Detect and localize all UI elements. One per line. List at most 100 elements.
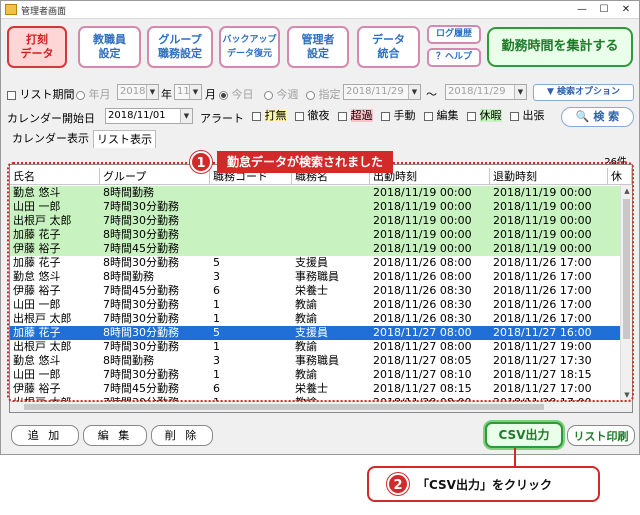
table-cell: 2018/11/27 17:00 bbox=[493, 382, 592, 395]
table-row[interactable]: 加藤 花子 8時間30分勤務 5 支援員 2018/11/27 08:00 2018/11… bbox=[10, 326, 620, 340]
table-row[interactable]: 山田 一郎 7時間30分勤務 2018/11/19 00:00 2018/11/19 … bbox=[10, 200, 620, 214]
table-cell bbox=[210, 214, 292, 228]
alert-all-night-checkbox[interactable]: 徹夜 bbox=[293, 109, 332, 123]
header-break[interactable]: 休 bbox=[608, 168, 632, 185]
table-cell bbox=[292, 200, 370, 214]
table-row[interactable]: 出根戸 太郎 7時間30分勤務 2018/11/19 00:00 2018/11/19… bbox=[10, 214, 620, 228]
login-history-button[interactable]: ログ履歴 bbox=[427, 25, 481, 44]
csv-export-button[interactable]: CSV出力 bbox=[485, 422, 563, 448]
close-icon[interactable]: ✕ bbox=[615, 2, 637, 17]
table-row[interactable]: 伊藤 裕子 7時間45分勤務 6 栄養士 2018/11/26 08:30 2018/11… bbox=[10, 284, 620, 298]
edit-button[interactable]: 編 集 bbox=[83, 425, 147, 446]
attendance-data-button[interactable]: 打刻 データ bbox=[7, 26, 67, 68]
backup-restore-button[interactable]: バックアップ データ復元 bbox=[219, 26, 280, 68]
admin-window: 管理者画面 — ☐ ✕ 打刻 データ 教職員 設定 グループ 職務設定 バックア… bbox=[0, 0, 640, 455]
table-cell: 栄養士 bbox=[295, 284, 328, 297]
search-button[interactable]: 🔍 検 索 bbox=[561, 107, 634, 127]
maximize-icon[interactable]: ☐ bbox=[593, 2, 615, 17]
staff-settings-button[interactable]: 教職員 設定 bbox=[78, 26, 141, 68]
today-radio[interactable]: 今日 bbox=[219, 86, 254, 102]
table-cell: 1 bbox=[213, 368, 220, 381]
table-cell: 事務職員 bbox=[295, 354, 339, 367]
table-cell: 8時間勤務 bbox=[103, 186, 154, 199]
table-cell: 2018/11/27 08:00 bbox=[373, 340, 472, 353]
callout-step-1: 1 勤怠データが検索されました bbox=[190, 150, 394, 174]
aggregate-work-hours-button[interactable]: 勤務時間を集計する bbox=[487, 27, 633, 67]
callout-step-1-text: 勤怠データが検索されました bbox=[217, 151, 394, 173]
data-merge-button[interactable]: データ 統合 bbox=[357, 26, 420, 68]
table-cell: 2018/11/19 00:00 bbox=[373, 242, 472, 255]
year-unit-label: 年 bbox=[161, 88, 172, 101]
search-option-button[interactable]: ▼ 検索オプション bbox=[533, 84, 634, 101]
table-row[interactable]: 山田 一郎 7時間30分勤務 1 教諭 2018/11/26 08:30 2018/11/… bbox=[10, 298, 620, 312]
table-cell: 山田 一郎 bbox=[13, 368, 61, 381]
tab-list[interactable]: リスト表示 bbox=[93, 130, 156, 148]
alert-edit-checkbox[interactable]: 編集 bbox=[422, 109, 461, 123]
table-cell bbox=[210, 186, 292, 200]
search-icon: 🔍 bbox=[575, 110, 590, 123]
horizontal-scrollbar[interactable] bbox=[10, 401, 632, 412]
date-to-picker[interactable]: 2018/11/29 ▼ bbox=[445, 84, 527, 100]
header-name[interactable]: 氏名 bbox=[10, 168, 100, 185]
list-period-checkbox[interactable]: リスト期間 bbox=[7, 86, 75, 102]
table-cell: 勤怠 悠斗 bbox=[13, 354, 61, 367]
table-row[interactable]: 伊藤 裕子 7時間45分勤務 6 栄養士 2018/11/27 08:15 2018/11… bbox=[10, 382, 620, 396]
attendance-list-grid[interactable]: 氏名 グループ 職務コード 職務名 出勤時刻 退勤時刻 休 勤怠 悠斗 8時間勤務… bbox=[9, 164, 633, 413]
table-cell: 2018/11/27 08:15 bbox=[373, 382, 472, 395]
table-row[interactable]: 加藤 花子 8時間30分勤務 2018/11/19 00:00 2018/11/19 … bbox=[10, 228, 620, 242]
alert-overtime-checkbox[interactable]: 超過 bbox=[336, 109, 375, 123]
this-week-radio[interactable]: 今週 bbox=[264, 86, 299, 102]
calendar-start-picker[interactable]: 2018/11/01 ▼ bbox=[105, 108, 193, 124]
table-cell: 教諭 bbox=[295, 368, 317, 381]
table-cell bbox=[210, 242, 292, 256]
table-row[interactable]: 出根戸 太郎 7時間30分勤務 1 教諭 2018/11/26 08:30 2018/11… bbox=[10, 312, 620, 326]
hscroll-thumb[interactable] bbox=[24, 404, 544, 410]
year-month-radio[interactable]: 年月 bbox=[76, 86, 111, 102]
alert-business-trip-checkbox[interactable]: 出張 bbox=[508, 109, 547, 123]
alert-no-punch-checkbox[interactable]: 打無 bbox=[250, 109, 289, 123]
alert-leave-checkbox[interactable]: 休暇 bbox=[465, 109, 504, 123]
add-button[interactable]: 追 加 bbox=[11, 425, 79, 446]
vertical-scrollbar[interactable]: ▲ ▼ bbox=[620, 185, 632, 401]
year-select[interactable]: 2018 ▼ bbox=[117, 84, 159, 100]
table-cell: 3 bbox=[213, 270, 220, 283]
scroll-up-icon[interactable]: ▲ bbox=[621, 185, 632, 197]
minimize-icon[interactable]: — bbox=[571, 2, 593, 17]
table-row[interactable]: 勤怠 悠斗 8時間勤務 3 事務職員 2018/11/27 08:05 2018/11/2… bbox=[10, 354, 620, 368]
date-from-picker[interactable]: 2018/11/29 ▼ bbox=[343, 84, 421, 100]
table-cell: 山田 一郎 bbox=[13, 298, 61, 311]
table-cell: 2018/11/26 08:00 bbox=[373, 270, 472, 283]
table-row[interactable]: 出根戸 太郎 7時間30分勤務 1 教諭 2018/11/27 08:00 2018/11… bbox=[10, 340, 620, 354]
specified-radio[interactable]: 指定 bbox=[306, 86, 341, 102]
table-row[interactable]: 山田 一郎 7時間30分勤務 1 教諭 2018/11/27 08:10 2018/11/… bbox=[10, 368, 620, 382]
help-button[interactable]: ？ヘルプ bbox=[427, 48, 481, 67]
alert-manual-checkbox[interactable]: 手動 bbox=[379, 109, 418, 123]
table-row[interactable]: 勤怠 悠斗 8時間勤務 2018/11/19 00:00 2018/11/19 00:… bbox=[10, 186, 620, 200]
table-row[interactable]: 勤怠 悠斗 8時間勤務 3 事務職員 2018/11/26 08:00 2018/11/2… bbox=[10, 270, 620, 284]
window-title: 管理者画面 bbox=[21, 7, 67, 17]
table-cell: 8時間勤務 bbox=[103, 270, 154, 283]
table-cell: 2018/11/26 17:00 bbox=[493, 312, 592, 325]
table-cell: 事務職員 bbox=[295, 270, 339, 283]
table-cell: 8時間勤務 bbox=[103, 354, 154, 367]
table-cell: 8時間30分勤務 bbox=[103, 256, 179, 269]
table-row[interactable]: 伊藤 裕子 7時間45分勤務 2018/11/19 00:00 2018/11/19 … bbox=[10, 242, 620, 256]
table-cell: 7時間45分勤務 bbox=[103, 382, 179, 395]
delete-button[interactable]: 削 除 bbox=[151, 425, 213, 446]
table-cell: 1 bbox=[213, 312, 220, 325]
scroll-thumb[interactable] bbox=[623, 199, 630, 339]
table-cell: 2018/11/27 08:00 bbox=[373, 326, 472, 339]
scroll-down-icon[interactable]: ▼ bbox=[621, 389, 632, 401]
app-icon bbox=[5, 4, 17, 15]
table-cell: 2018/11/19 00:00 bbox=[493, 242, 592, 255]
table-cell bbox=[292, 228, 370, 242]
admin-settings-button[interactable]: 管理者 設定 bbox=[287, 26, 349, 68]
tab-calendar[interactable]: カレンダー表示 bbox=[9, 130, 92, 148]
month-select[interactable]: 11 ▼ bbox=[174, 84, 202, 100]
table-cell bbox=[292, 242, 370, 256]
group-settings-button[interactable]: グループ 職務設定 bbox=[147, 26, 213, 68]
list-print-button[interactable]: リスト印刷 bbox=[567, 425, 635, 446]
header-clock-out[interactable]: 退勤時刻 bbox=[490, 168, 608, 185]
table-row[interactable]: 加藤 花子 8時間30分勤務 5 支援員 2018/11/26 08:00 2018/11… bbox=[10, 256, 620, 270]
table-cell: 2018/11/19 00:00 bbox=[493, 214, 592, 227]
